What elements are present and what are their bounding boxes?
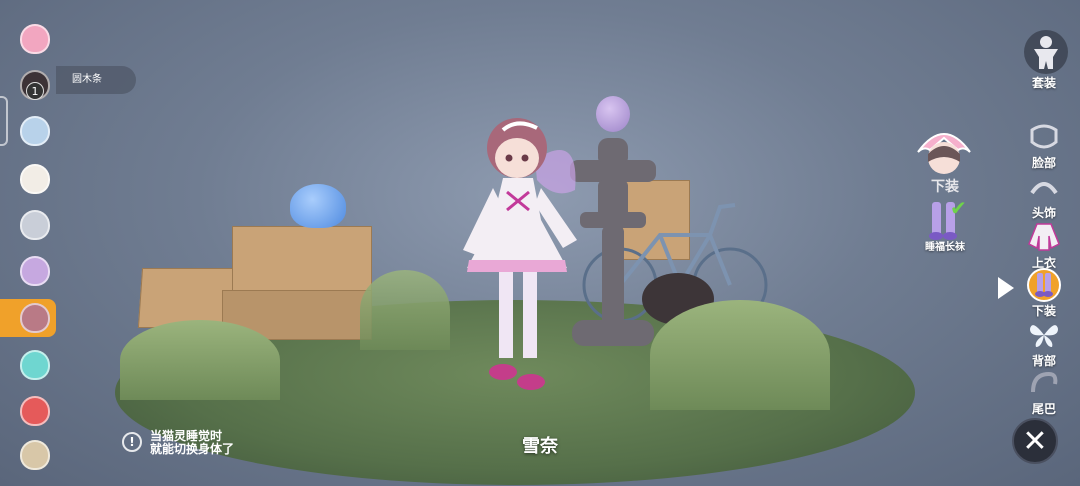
blue-slime	[290, 184, 346, 228]
category-headwear[interactable]: 头饰	[1024, 170, 1064, 221]
category-top[interactable]: 上衣	[1024, 220, 1064, 271]
cardboard-box	[232, 226, 372, 292]
character-slot-4[interactable]	[18, 162, 52, 196]
character-slot-3[interactable]	[18, 114, 52, 148]
character-slot-6[interactable]	[18, 254, 52, 288]
equipped-check-icon: ✔	[950, 196, 967, 220]
hint-message: ! 当猫灵睡觉时 就能切换身体了	[122, 430, 234, 456]
face-icon	[1027, 120, 1061, 154]
count-badge: 1	[26, 82, 44, 100]
brown-hair-face-icon	[20, 303, 50, 333]
category-label: 脸部	[1031, 156, 1056, 170]
category-face[interactable]: 脸部	[1024, 120, 1064, 171]
white-sheep-face-icon	[20, 164, 50, 194]
category-label: 下装	[1031, 304, 1056, 318]
blue-hair-face-icon	[20, 116, 50, 146]
player-character	[463, 118, 577, 390]
category-tail[interactable]: 尾巴	[1024, 366, 1064, 417]
butterfly-wings-icon	[1027, 318, 1061, 352]
hint-text: 当猫灵睡觉时 就能切换身体了	[150, 430, 234, 456]
character-slot-9[interactable]	[18, 394, 52, 428]
character-slot-10[interactable]	[18, 438, 52, 472]
grass-clump	[120, 320, 280, 400]
pink-hood-icon	[917, 133, 971, 174]
stockings-icon	[1027, 268, 1061, 302]
owl-face-icon	[20, 440, 50, 470]
tail-icon	[1027, 366, 1061, 400]
top-icon	[1027, 220, 1061, 254]
grass-clump	[650, 300, 830, 410]
body-outfit-icon	[1024, 30, 1068, 74]
item-tooltip: 圆木条	[56, 66, 136, 94]
character-slot-1[interactable]	[18, 22, 52, 56]
character-name: 雪奈	[522, 436, 558, 457]
lantern-cap	[598, 138, 628, 162]
active-category-pointer	[998, 277, 1014, 299]
grey-cat-face-icon	[20, 210, 50, 240]
category-bottom[interactable]: 下装	[1024, 268, 1064, 319]
category-label: 尾巴	[1031, 402, 1056, 416]
character-slot-5[interactable]	[18, 208, 52, 242]
sub-panel-title: 下装	[931, 179, 959, 195]
character-slot-8[interactable]	[18, 348, 52, 382]
info-icon: !	[122, 432, 142, 452]
drawer-handle[interactable]	[0, 96, 8, 146]
category-outfit[interactable]: 套装	[1024, 30, 1068, 91]
category-list: 套装 脸部 头饰 上衣 下装 背部 尾巴 ✕	[998, 0, 1080, 486]
outfit-preview-head	[914, 122, 974, 178]
headband-icon	[1027, 170, 1061, 204]
category-label: 套装	[1031, 76, 1056, 90]
character-list: 1 圆木条	[0, 0, 136, 486]
red-cat-face-icon	[20, 396, 50, 426]
close-button[interactable]: ✕	[1012, 418, 1058, 464]
purple-bird	[596, 96, 630, 132]
category-back[interactable]: 背部	[1024, 318, 1064, 369]
category-label: 头饰	[1031, 206, 1056, 220]
pink-cat-face-icon	[20, 24, 50, 54]
teal-hair-face-icon	[20, 350, 50, 380]
character-slot-7-selected[interactable]	[0, 299, 56, 337]
hint-line-2: 就能切换身体了	[150, 442, 235, 456]
purple-cat-face-icon	[20, 256, 50, 286]
stone-lantern-pillar	[602, 226, 624, 326]
item-name-label: 睡福长袜	[925, 242, 965, 253]
grass-clump	[360, 270, 450, 350]
